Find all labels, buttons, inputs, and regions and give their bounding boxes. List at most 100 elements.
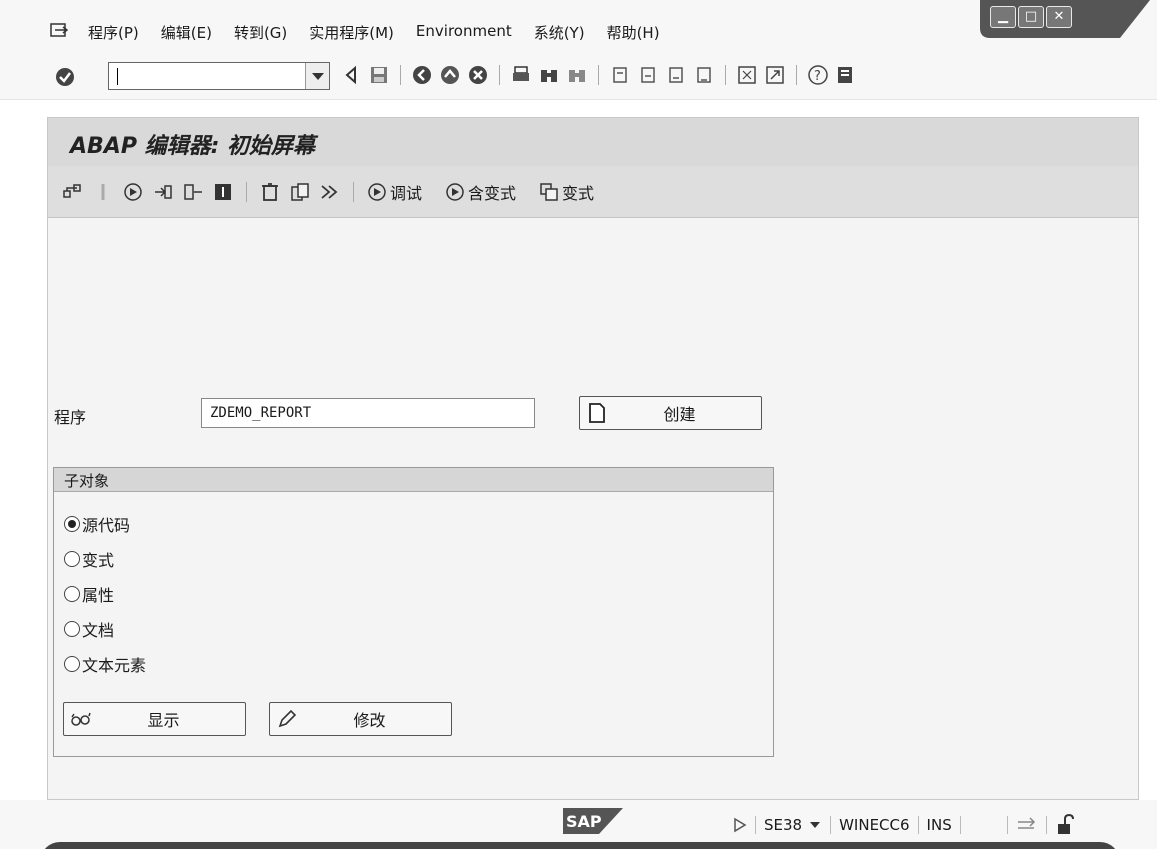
radio-button[interactable] [64, 620, 80, 637]
radio-label: 文档 [82, 620, 115, 640]
minimize-icon[interactable]: ▁ [990, 6, 1016, 28]
radio-variants[interactable]: 变式 [64, 541, 146, 576]
create-label: 创建 [663, 405, 696, 424]
radio-label: 文本元素 [82, 655, 147, 675]
exit-icon[interactable] [439, 64, 461, 86]
menu-help[interactable]: 帮助(H) [607, 22, 660, 43]
status-separator [959, 816, 961, 834]
delete-icon[interactable] [259, 181, 281, 203]
execute-variant-icon [446, 183, 464, 201]
system-name: WINECC6 [839, 816, 910, 834]
change-button[interactable]: 修改 [269, 702, 452, 736]
execute-icon[interactable] [122, 181, 144, 203]
toolbar-separator [598, 65, 599, 85]
menu-utilities[interactable]: 实用程序(M) [309, 22, 394, 43]
transaction-code: SE38 [764, 816, 803, 834]
content-area: 程序 ZDEMO_REPORT 创建 子对象 源代码 变式 属性 文档 文本元素… [48, 218, 1138, 799]
menu-edit[interactable]: 编辑(E) [161, 22, 212, 43]
save-icon[interactable] [368, 64, 390, 86]
standard-toolbar: ? [0, 52, 1157, 100]
page-title: ABAP 编辑器: 初始屏幕 [70, 134, 316, 159]
maximize-icon[interactable]: □ [1018, 6, 1044, 28]
find-next-icon[interactable] [566, 64, 588, 86]
glasses-icon [71, 712, 91, 726]
toolbar-separator [400, 65, 401, 85]
status-items: SE38 WINECC6 INS [733, 814, 1075, 836]
radio-button[interactable] [64, 585, 80, 602]
display-label: 显示 [147, 711, 180, 730]
print-icon[interactable] [510, 64, 532, 86]
debug-icon [368, 183, 386, 201]
cancel-icon[interactable] [467, 64, 489, 86]
first-page-icon[interactable] [609, 64, 631, 86]
toolbar-separator [796, 65, 797, 85]
text-caret [117, 68, 118, 85]
collapse-left-icon[interactable] [340, 64, 362, 86]
radio-label: 变式 [82, 550, 115, 570]
chevron-down-icon[interactable] [808, 820, 822, 830]
previous-page-icon[interactable] [637, 64, 659, 86]
tab-arrows-icon[interactable] [1016, 816, 1038, 834]
menu-system[interactable]: 系统(Y) [534, 22, 585, 43]
display-button[interactable]: 显示 [63, 702, 246, 736]
status-separator [917, 816, 919, 834]
status-separator [755, 816, 756, 834]
pencil-icon [278, 709, 297, 728]
radio-label: 属性 [82, 585, 115, 605]
status-separator [1006, 816, 1008, 834]
where-used-icon[interactable] [92, 181, 114, 203]
back-icon[interactable] [411, 64, 433, 86]
main-panel: ABAP 编辑器: 初始屏幕 调试 含变式 变式 程序 ZDEMO_REPORT… [47, 117, 1139, 800]
program-input[interactable]: ZDEMO_REPORT [201, 398, 535, 428]
enter-checkmark-icon[interactable] [54, 66, 76, 88]
command-field[interactable] [108, 62, 330, 90]
sap-logo: SAP [563, 808, 623, 834]
other-object-icon[interactable] [152, 181, 174, 203]
title-bar: ABAP 编辑器: 初始屏幕 [48, 118, 1138, 166]
next-page-icon[interactable] [665, 64, 687, 86]
lock-icon[interactable] [1055, 814, 1075, 836]
last-page-icon[interactable] [693, 64, 715, 86]
toolbar-separator [499, 65, 500, 85]
radio-button[interactable] [64, 550, 80, 567]
insert-mode: INS [926, 816, 952, 834]
debug-label: 调试 [390, 184, 423, 203]
menu-goto[interactable]: 转到(G) [234, 22, 287, 43]
toolbar-separator [353, 182, 354, 202]
menu-environment[interactable]: Environment [416, 22, 512, 43]
chevron-down-icon[interactable] [305, 63, 329, 89]
standard-toolbar-icons: ? [340, 64, 857, 86]
menu-bar: 程序(P) 编辑(E) 转到(G) 实用程序(M) Environment 系统… [0, 0, 1157, 52]
create-button[interactable]: 创建 [579, 396, 762, 430]
toolbar-separator [246, 182, 247, 202]
window-bottom-frame [40, 842, 1120, 849]
activate-icon[interactable] [182, 181, 204, 203]
help-icon[interactable]: ? [807, 64, 829, 86]
play-triangle-icon[interactable] [733, 817, 747, 833]
radio-attributes[interactable]: 属性 [64, 576, 146, 611]
variant-label: 变式 [562, 184, 595, 203]
rename-icon[interactable] [319, 181, 341, 203]
close-icon[interactable]: ✕ [1046, 6, 1072, 28]
object-list-icon[interactable] [62, 181, 84, 203]
find-icon[interactable] [538, 64, 560, 86]
shortcut-icon[interactable] [764, 64, 786, 86]
execute-with-variant-button[interactable]: 含变式 [444, 180, 516, 204]
subobjects-group: 子对象 源代码 变式 属性 文档 文本元素 显示 修改 [53, 467, 774, 757]
debug-button[interactable]: 调试 [366, 180, 422, 204]
radio-text-elements[interactable]: 文本元素 [64, 646, 146, 681]
program-label: 程序 [54, 408, 87, 427]
radio-source-code[interactable]: 源代码 [64, 506, 146, 541]
status-separator [1045, 816, 1047, 834]
customize-layout-icon[interactable] [835, 64, 857, 86]
radio-button-selected[interactable] [64, 515, 80, 532]
radio-button[interactable] [64, 655, 80, 672]
menu-program[interactable]: 程序(P) [88, 22, 139, 43]
new-session-icon[interactable] [736, 64, 758, 86]
application-toolbar-items: 调试 含变式 变式 [62, 180, 608, 204]
copy-icon[interactable] [289, 181, 311, 203]
variants-button[interactable]: 变式 [538, 180, 594, 204]
radio-documentation[interactable]: 文档 [64, 611, 146, 646]
info-icon[interactable] [212, 181, 234, 203]
menu-exit-icon[interactable] [50, 22, 68, 38]
